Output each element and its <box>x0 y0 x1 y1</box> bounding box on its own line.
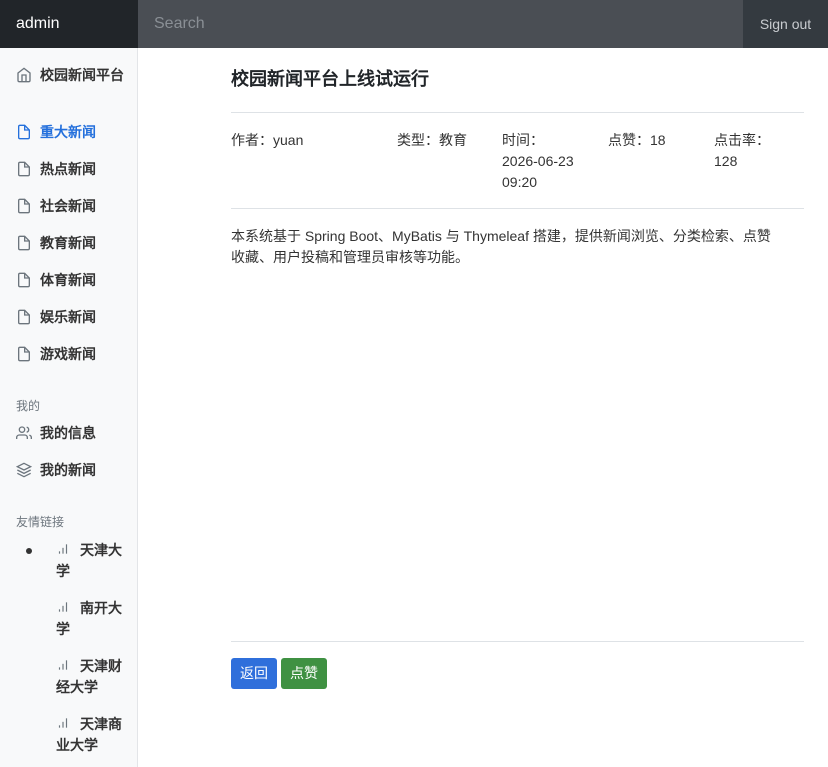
sidebar-item-label: 社会新闻 <box>40 198 96 214</box>
sidebar-item-label: 游戏新闻 <box>40 346 96 362</box>
link-tianjin-finance-university[interactable]: 天津财经大学 <box>56 656 128 698</box>
mine-heading: 我的 <box>16 399 41 413</box>
sidebar: 校园新闻平台 重大新闻 热点新闻 社会新闻 教育新闻 体育新闻 娱乐新闻 游戏新… <box>0 48 138 767</box>
sidebar-item-my-news[interactable]: 我的新闻 <box>16 460 130 481</box>
article-clicks: 点击率：128 <box>714 132 770 169</box>
sidebar-item-label: 娱乐新闻 <box>40 309 96 325</box>
bar-chart-icon <box>58 602 68 612</box>
sign-out-link[interactable]: Sign out <box>743 0 828 48</box>
home-icon <box>17 67 31 83</box>
brand-link[interactable]: admin <box>0 0 138 48</box>
sidebar-item-label: 我的信息 <box>40 425 96 441</box>
article-type: 类型：教育 <box>397 132 467 148</box>
sidebar-item-my-info[interactable]: 我的信息 <box>16 423 130 444</box>
article-time: 时间：2026-06-23 09:20 <box>502 132 574 190</box>
file-icon <box>18 161 30 177</box>
divider <box>231 208 804 209</box>
bar-chart-icon <box>58 718 68 728</box>
article-body: 本系统基于 Spring Boot、MyBatis 与 Thymeleaf 搭建… <box>231 228 771 265</box>
list-bullet <box>26 548 32 554</box>
sidebar-item-label: 重大新闻 <box>40 124 96 140</box>
sidebar-item-label: 教育新闻 <box>40 235 96 251</box>
top-navbar: admin Search Sign out <box>0 0 828 48</box>
sidebar-item-major-news[interactable]: 重大新闻 <box>16 122 130 143</box>
bar-chart-icon <box>58 660 68 670</box>
sidebar-item-education-news[interactable]: 教育新闻 <box>16 233 130 254</box>
sidebar-item-label: 我的新闻 <box>40 462 96 478</box>
divider <box>231 641 804 642</box>
links-heading: 友情链接 <box>16 515 65 529</box>
sidebar-item-entertainment-news[interactable]: 娱乐新闻 <box>16 307 130 328</box>
sidebar-item-society-news[interactable]: 社会新闻 <box>16 196 130 217</box>
sidebar-item-label: 体育新闻 <box>40 272 96 288</box>
file-icon <box>18 272 30 288</box>
article-author: 作者：yuan <box>231 132 304 148</box>
file-icon <box>18 235 30 251</box>
link-nankai-university[interactable]: 南开大学 <box>56 598 128 640</box>
sidebar-item-home[interactable]: 校园新闻平台 <box>16 65 130 86</box>
sidebar-item-sports-news[interactable]: 体育新闻 <box>16 270 130 291</box>
like-button[interactable]: 点赞 <box>281 658 327 689</box>
sidebar-item-label: 校园新闻平台 <box>40 67 124 83</box>
link-tianjin-commerce-university[interactable]: 天津商业大学 <box>56 714 128 756</box>
sidebar-item-game-news[interactable]: 游戏新闻 <box>16 344 130 365</box>
file-icon <box>18 124 30 140</box>
article-likes: 点赞：18 <box>608 132 666 148</box>
file-icon <box>18 198 30 214</box>
article-title: 校园新闻平台上线试运行 <box>231 69 429 89</box>
file-icon <box>18 309 30 325</box>
sidebar-item-label: 热点新闻 <box>40 161 96 177</box>
link-tianjin-university[interactable]: 天津大学 <box>56 540 128 582</box>
search-input[interactable]: Search <box>138 0 743 48</box>
divider <box>231 112 804 113</box>
users-icon <box>16 426 32 439</box>
bar-chart-icon <box>58 544 68 554</box>
file-icon <box>18 346 30 362</box>
layers-icon <box>16 462 32 478</box>
back-button[interactable]: 返回 <box>231 658 277 689</box>
sidebar-item-hot-news[interactable]: 热点新闻 <box>16 159 130 180</box>
